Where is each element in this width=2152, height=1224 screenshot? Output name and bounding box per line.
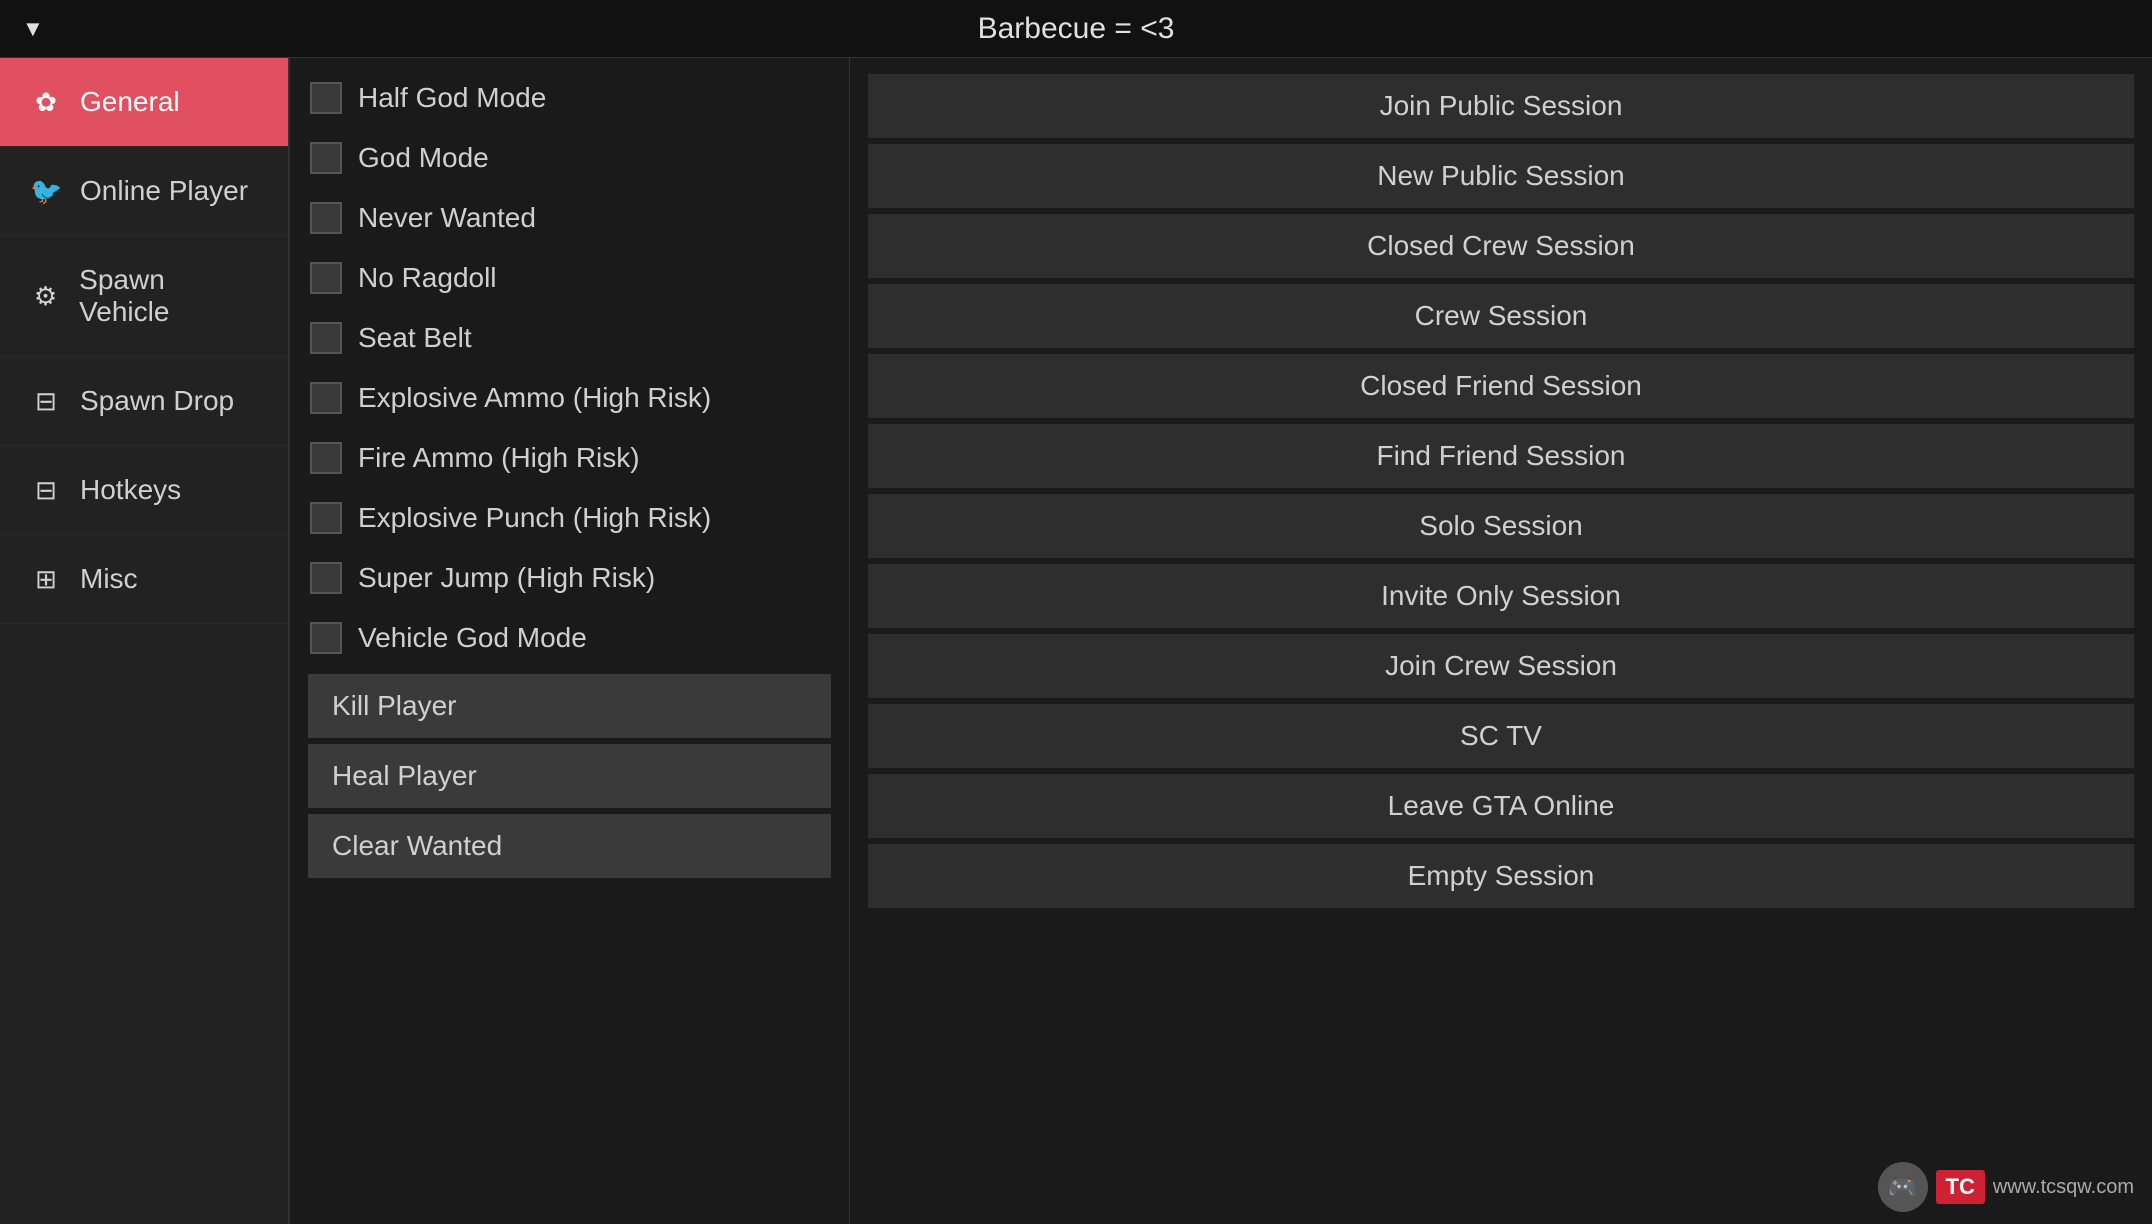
session-button-solo-session[interactable]: Solo Session: [868, 494, 2134, 558]
session-button-crew-session[interactable]: Crew Session: [868, 284, 2134, 348]
watermark-url: www.tcsqw.com: [1993, 1176, 2134, 1199]
sidebar-item-online-player[interactable]: 🐦 Online Player: [0, 147, 288, 236]
toggle-row-super-jump[interactable]: Super Jump (High Risk): [290, 548, 849, 608]
toggle-label-vehicle-god-mode: Vehicle God Mode: [358, 622, 587, 654]
sidebar-item-misc[interactable]: ⊞ Misc: [0, 535, 288, 624]
sidebar-label-misc: Misc: [80, 563, 138, 595]
buttons-container: Kill PlayerHeal PlayerClear Wanted: [290, 674, 849, 878]
toggle-label-no-ragdoll: No Ragdoll: [358, 262, 497, 294]
button-clear-wanted[interactable]: Clear Wanted: [308, 814, 831, 878]
sidebar-item-hotkeys[interactable]: ⊟ Hotkeys: [0, 446, 288, 535]
gear-icon: ✿: [30, 87, 62, 118]
spawn-drop-icon: ⊟: [30, 386, 62, 417]
sidebar-label-spawn-vehicle: Spawn Vehicle: [79, 264, 258, 328]
watermark-avatar: 🎮: [1878, 1162, 1928, 1212]
dropdown-icon[interactable]: ▼: [22, 16, 44, 42]
checkbox-no-ragdoll[interactable]: [310, 262, 342, 294]
toggle-row-explosive-ammo[interactable]: Explosive Ammo (High Risk): [290, 368, 849, 428]
button-heal-player[interactable]: Heal Player: [308, 744, 831, 808]
session-button-closed-crew-session[interactable]: Closed Crew Session: [868, 214, 2134, 278]
sidebar-item-spawn-vehicle[interactable]: ⚙ Spawn Vehicle: [0, 236, 288, 357]
checkbox-super-jump[interactable]: [310, 562, 342, 594]
session-button-new-public-session[interactable]: New Public Session: [868, 144, 2134, 208]
watermark: 🎮 TC www.tcsqw.com: [1878, 1162, 2134, 1212]
left-panel: Half God Mode God Mode Never Wanted No R…: [290, 58, 850, 1224]
title-bar: ▼ Barbecue = <3: [0, 0, 2152, 58]
toggle-row-no-ragdoll[interactable]: No Ragdoll: [290, 248, 849, 308]
toggle-row-seat-belt[interactable]: Seat Belt: [290, 308, 849, 368]
checkbox-fire-ammo[interactable]: [310, 442, 342, 474]
toggle-label-half-god-mode: Half God Mode: [358, 82, 546, 114]
session-button-leave-gta-online[interactable]: Leave GTA Online: [868, 774, 2134, 838]
toggle-row-fire-ammo[interactable]: Fire Ammo (High Risk): [290, 428, 849, 488]
toggle-row-never-wanted[interactable]: Never Wanted: [290, 188, 849, 248]
session-button-join-crew-session[interactable]: Join Crew Session: [868, 634, 2134, 698]
sidebar: ✿ General 🐦 Online Player ⚙ Spawn Vehicl…: [0, 58, 290, 1224]
session-button-sc-tv[interactable]: SC TV: [868, 704, 2134, 768]
checkbox-never-wanted[interactable]: [310, 202, 342, 234]
session-button-find-friend-session[interactable]: Find Friend Session: [868, 424, 2134, 488]
session-button-closed-friend-session[interactable]: Closed Friend Session: [868, 354, 2134, 418]
checkbox-explosive-punch[interactable]: [310, 502, 342, 534]
watermark-badge: TC: [1936, 1170, 1985, 1204]
toggle-row-vehicle-god-mode[interactable]: Vehicle God Mode: [290, 608, 849, 668]
sidebar-label-online-player: Online Player: [80, 175, 248, 207]
content-area: Half God Mode God Mode Never Wanted No R…: [290, 58, 2152, 1224]
toggle-label-never-wanted: Never Wanted: [358, 202, 536, 234]
spawn-vehicle-icon: ⚙: [30, 281, 61, 312]
toggle-row-half-god-mode[interactable]: Half God Mode: [290, 68, 849, 128]
toggle-label-fire-ammo: Fire Ammo (High Risk): [358, 442, 640, 474]
sidebar-label-hotkeys: Hotkeys: [80, 474, 181, 506]
toggle-label-god-mode: God Mode: [358, 142, 489, 174]
checkbox-half-god-mode[interactable]: [310, 82, 342, 114]
right-panel: Join Public SessionNew Public SessionClo…: [850, 58, 2152, 1224]
toggle-label-seat-belt: Seat Belt: [358, 322, 472, 354]
button-kill-player[interactable]: Kill Player: [308, 674, 831, 738]
toggle-label-super-jump: Super Jump (High Risk): [358, 562, 655, 594]
app-title: Barbecue = <3: [978, 12, 1175, 46]
session-button-join-public-session[interactable]: Join Public Session: [868, 74, 2134, 138]
sidebar-item-general[interactable]: ✿ General: [0, 58, 288, 147]
sidebar-label-spawn-drop: Spawn Drop: [80, 385, 234, 417]
toggles-container: Half God Mode God Mode Never Wanted No R…: [290, 68, 849, 668]
checkbox-god-mode[interactable]: [310, 142, 342, 174]
toggle-row-explosive-punch[interactable]: Explosive Punch (High Risk): [290, 488, 849, 548]
session-button-empty-session[interactable]: Empty Session: [868, 844, 2134, 908]
toggle-row-god-mode[interactable]: God Mode: [290, 128, 849, 188]
sidebar-label-general: General: [80, 86, 180, 118]
sessions-container: Join Public SessionNew Public SessionClo…: [850, 74, 2152, 908]
session-button-invite-only-session[interactable]: Invite Only Session: [868, 564, 2134, 628]
main-layout: ✿ General 🐦 Online Player ⚙ Spawn Vehicl…: [0, 58, 2152, 1224]
checkbox-seat-belt[interactable]: [310, 322, 342, 354]
misc-icon: ⊞: [30, 564, 62, 595]
toggle-label-explosive-ammo: Explosive Ammo (High Risk): [358, 382, 711, 414]
sidebar-item-spawn-drop[interactable]: ⊟ Spawn Drop: [0, 357, 288, 446]
toggle-label-explosive-punch: Explosive Punch (High Risk): [358, 502, 711, 534]
checkbox-vehicle-god-mode[interactable]: [310, 622, 342, 654]
hotkeys-icon: ⊟: [30, 475, 62, 506]
checkbox-explosive-ammo[interactable]: [310, 382, 342, 414]
bird-icon: 🐦: [30, 176, 62, 207]
